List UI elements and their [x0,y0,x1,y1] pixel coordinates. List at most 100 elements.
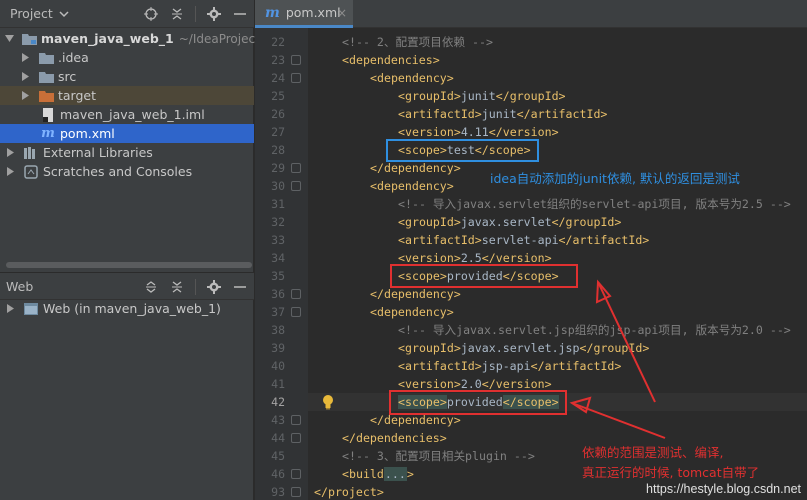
gear-icon[interactable] [206,6,222,22]
hide-panel-icon[interactable] [232,6,248,22]
fold-marker[interactable] [291,55,301,65]
tree-item-path: ~/IdeaProjects [178,31,267,46]
gear-icon[interactable] [206,279,222,295]
fold-marker[interactable] [291,487,301,497]
line-number: 22 [271,35,285,49]
tree-item-idea[interactable]: .idea [0,48,254,67]
web-facet-icon [23,302,39,316]
fold-marker[interactable] [291,289,301,299]
code-line-43: </dependency> [370,413,461,427]
tree-item-src[interactable]: src [0,67,254,86]
code-line-24: <dependency> [370,71,454,85]
scratches-icon [23,164,39,179]
code-line-27: <version>4.11</version> [398,125,559,139]
code-line-44: </dependencies> [342,431,447,445]
line-number-current: 42 [271,395,285,409]
fold-marker[interactable] [291,415,301,425]
tree-item-label: External Libraries [43,145,153,160]
junit-annotation: idea自动添加的junit依赖, 默认的返回是测试 [490,171,740,186]
line-number: 93 [271,485,285,499]
line-number: 37 [271,305,285,319]
line-number: 43 [271,413,285,427]
code-line-29: </dependency> [370,161,461,175]
line-number: 26 [271,107,285,121]
fold-marker[interactable] [291,181,301,191]
line-number: 44 [271,431,285,445]
code-editor[interactable]: <!-- 2、配置项目依赖 --> <dependencies> <depend… [308,28,807,500]
fold-marker[interactable] [291,307,301,317]
scope-annotation-line-2: 真正运行的时候, tomcat自带了 [582,465,760,480]
tab-label: pom.xml [285,5,341,20]
collapsed-arrow-icon[interactable] [5,167,15,177]
folder-icon [38,51,54,65]
expanded-arrow-icon[interactable] [5,34,14,44]
horizontal-scrollbar[interactable] [6,262,252,268]
line-number: 40 [271,359,285,373]
tree-item-scratches[interactable]: Scratches and Consoles [0,162,254,181]
line-number: 27 [271,125,285,139]
fold-marker[interactable] [291,433,301,443]
tree-item-target[interactable]: target [0,86,254,105]
line-number: 34 [271,251,285,265]
tree-item-external-libraries[interactable]: External Libraries [0,143,254,162]
line-number: 32 [271,215,285,229]
code-line-26: <artifactId>junit</artifactId> [398,107,608,121]
code-line-31: <!-- 导入javax.servlet组织的servlet-api项目, 版本… [398,197,791,211]
module-folder-icon [22,32,37,46]
collapsed-arrow-icon[interactable] [20,53,30,63]
collapsed-arrow-icon[interactable] [5,148,15,158]
editor-gutter: 22 23 24 25 26 27 28 29 30 31 32 33 34 3… [255,28,308,500]
line-number: 28 [271,143,285,157]
locate-icon[interactable] [143,6,159,22]
collapsed-arrow-icon[interactable] [20,72,30,82]
tree-item-iml[interactable]: maven_java_web_1.iml [0,105,254,124]
collapse-all-icon[interactable] [169,279,185,295]
project-panel-title[interactable]: Project [10,6,53,21]
folded-region[interactable]: ... [383,467,407,481]
collapsed-arrow-icon[interactable] [20,91,30,101]
line-number: 31 [271,197,285,211]
tree-item-module[interactable]: maven_java_web_1 ~/IdeaProjects [0,29,266,48]
watermark: https://hestyle.blog.csdn.net [646,482,801,496]
tree-item-label: Web (in maven_java_web_1) [43,301,221,316]
code-line-37: <dependency> [370,305,454,319]
web-panel-title: Web [6,278,34,294]
line-number: 41 [271,377,285,391]
expand-all-icon[interactable] [143,279,159,295]
tab-pom-xml[interactable]: m pom.xml × [255,0,353,28]
collapse-all-icon[interactable] [169,6,185,22]
iml-file-icon [40,107,56,122]
code-line-33: <artifactId>servlet-api</artifactId> [398,233,650,247]
line-number: 30 [271,179,285,193]
chevron-down-icon[interactable] [59,6,69,21]
libraries-icon [23,146,39,160]
hide-panel-icon[interactable] [232,279,248,295]
line-number: 38 [271,323,285,337]
line-number: 33 [271,233,285,247]
maven-file-icon: m [41,126,55,141]
project-tool-window: Project maven_java_web_1 ~/IdeaProjects [0,0,266,500]
tree-item-pom[interactable]: m pom.xml [0,124,254,143]
lightbulb-icon[interactable] [321,394,335,410]
line-number: 29 [271,161,285,175]
line-number: 24 [271,71,285,85]
code-line-41: <version>2.0</version> [398,377,552,391]
line-number: 35 [271,269,285,283]
fold-marker[interactable] [291,469,301,479]
editor-tab-bar: m pom.xml × [255,0,807,28]
code-line-32: <groupId>javax.servlet</groupId> [398,215,622,229]
line-number: 25 [271,89,285,103]
close-icon[interactable]: × [337,6,347,20]
line-number: 39 [271,341,285,355]
maven-file-icon: m [265,4,280,21]
code-line-39: <groupId>javax.servlet.jsp</groupId> [398,341,650,355]
fold-marker[interactable] [291,163,301,173]
code-line-40: <artifactId>jsp-api</artifactId> [398,359,622,373]
project-panel-header: Project [0,0,254,28]
code-line-36: </dependency> [370,287,461,301]
tree-item-label: src [58,69,77,84]
tree-item-web[interactable]: Web (in maven_java_web_1) [0,299,254,318]
fold-marker[interactable] [291,73,301,83]
collapsed-arrow-icon[interactable] [5,304,15,314]
line-number: 46 [271,467,285,481]
